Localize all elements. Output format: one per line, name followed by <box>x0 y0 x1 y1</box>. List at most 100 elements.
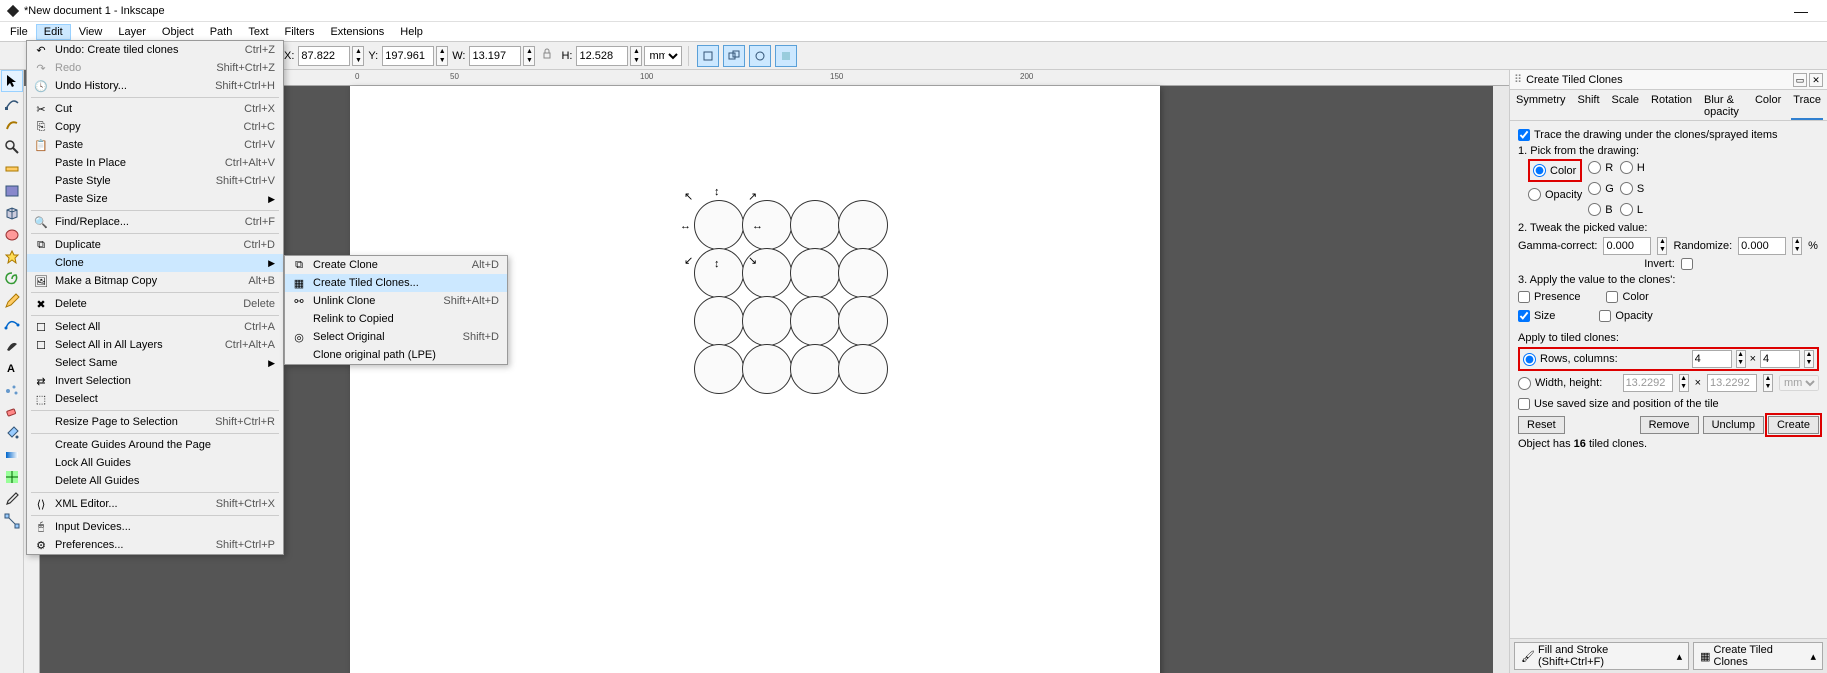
pick-h-radio[interactable]: H <box>1620 161 1645 174</box>
affect-button-4[interactable] <box>775 45 797 67</box>
pick-l-radio[interactable]: L <box>1620 203 1645 216</box>
tab-symmetry[interactable]: Symmetry <box>1514 92 1568 120</box>
mesh-tool[interactable] <box>1 466 23 488</box>
w-input[interactable] <box>469 46 521 66</box>
bezier-tool[interactable] <box>1 312 23 334</box>
randomize-spinner[interactable]: ▲▼ <box>1792 237 1802 255</box>
vertical-scrollbar[interactable] <box>1493 86 1509 673</box>
menu-file[interactable]: File <box>2 24 36 40</box>
remove-button[interactable]: Remove <box>1640 416 1699 434</box>
menu-undo[interactable]: ↶Undo: Create tiled clonesCtrl+Z <box>27 41 283 59</box>
h-input[interactable] <box>576 46 628 66</box>
menu-create-guides[interactable]: Create Guides Around the Page <box>27 436 283 454</box>
menu-undo-history[interactable]: 🕓Undo History...Shift+Ctrl+H <box>27 77 283 95</box>
3dbox-tool[interactable] <box>1 202 23 224</box>
ellipse-tool[interactable] <box>1 224 23 246</box>
dock-tiled-clones-button[interactable]: ▦ Create Tiled Clones ▴ <box>1693 642 1823 670</box>
invert-checkbox[interactable] <box>1681 258 1693 270</box>
spray-tool[interactable] <box>1 378 23 400</box>
menu-paste-style[interactable]: Paste StyleShift+Ctrl+V <box>27 172 283 190</box>
tab-scale[interactable]: Scale <box>1610 92 1642 120</box>
apply-color-checkbox[interactable]: Color <box>1606 291 1648 303</box>
rect-tool[interactable] <box>1 180 23 202</box>
gradient-tool[interactable] <box>1 444 23 466</box>
apply-size-checkbox[interactable]: Size <box>1518 310 1555 322</box>
w-spinner[interactable]: ▲▼ <box>523 46 535 66</box>
menu-paste[interactable]: 📋PasteCtrl+V <box>27 136 283 154</box>
menu-delete-guides[interactable]: Delete All Guides <box>27 472 283 490</box>
affect-button-3[interactable] <box>749 45 771 67</box>
menu-lock-guides[interactable]: Lock All Guides <box>27 454 283 472</box>
node-tool[interactable] <box>1 92 23 114</box>
cols-spinner[interactable]: ▲▼ <box>1804 350 1814 368</box>
tab-trace[interactable]: Trace <box>1791 92 1823 120</box>
connector-tool[interactable] <box>1 510 23 532</box>
tweak-tool[interactable] <box>1 114 23 136</box>
menu-object[interactable]: Object <box>154 24 202 40</box>
create-button[interactable]: Create <box>1768 416 1819 434</box>
submenu-select-original[interactable]: ◎Select OriginalShift+D <box>285 328 507 346</box>
cols-input[interactable] <box>1760 350 1800 368</box>
panel-close-button[interactable]: ✕ <box>1809 73 1823 87</box>
tab-blur-opacity[interactable]: Blur & opacity <box>1702 92 1745 120</box>
calligraphy-tool[interactable] <box>1 334 23 356</box>
rows-spinner[interactable]: ▲▼ <box>1736 350 1746 368</box>
tab-shift[interactable]: Shift <box>1576 92 1602 120</box>
menu-preferences[interactable]: ⚙Preferences...Shift+Ctrl+P <box>27 536 283 554</box>
menu-input-devices[interactable]: 🖰Input Devices... <box>27 518 283 536</box>
apply-presence-checkbox[interactable]: Presence <box>1518 291 1580 303</box>
spiral-tool[interactable] <box>1 268 23 290</box>
panel-grip-icon[interactable]: ⠿ <box>1514 73 1522 86</box>
saved-size-checkbox[interactable]: Use saved size and position of the tile <box>1518 398 1819 410</box>
gamma-input[interactable] <box>1603 237 1651 255</box>
dropper-tool[interactable] <box>1 488 23 510</box>
bucket-tool[interactable] <box>1 422 23 444</box>
pencil-tool[interactable] <box>1 290 23 312</box>
menu-extensions[interactable]: Extensions <box>322 24 392 40</box>
x-input[interactable] <box>298 46 350 66</box>
menu-bitmap-copy[interactable]: 🖼Make a Bitmap CopyAlt+B <box>27 272 283 290</box>
minimize-button[interactable]: — <box>1781 1 1821 21</box>
submenu-clone-path[interactable]: Clone original path (LPE) <box>285 346 507 364</box>
submenu-relink[interactable]: Relink to Copied <box>285 310 507 328</box>
menu-select-all-layers[interactable]: ☐Select All in All LayersCtrl+Alt+A <box>27 336 283 354</box>
selector-tool[interactable] <box>1 70 23 92</box>
pick-g-radio[interactable]: G <box>1588 182 1614 195</box>
menu-paste-in-place[interactable]: Paste In PlaceCtrl+Alt+V <box>27 154 283 172</box>
width-height-radio[interactable]: Width, height: <box>1518 377 1602 390</box>
reset-button[interactable]: Reset <box>1518 416 1565 434</box>
star-tool[interactable] <box>1 246 23 268</box>
menu-view[interactable]: View <box>71 24 111 40</box>
trace-checkbox[interactable]: Trace the drawing under the clones/spray… <box>1518 129 1819 141</box>
menu-deselect[interactable]: ⬚Deselect <box>27 390 283 408</box>
menu-help[interactable]: Help <box>392 24 431 40</box>
menu-paste-size[interactable]: Paste Size▶ <box>27 190 283 208</box>
menu-select-all[interactable]: ☐Select AllCtrl+A <box>27 318 283 336</box>
menu-filters[interactable]: Filters <box>277 24 323 40</box>
menu-redo[interactable]: ↷RedoShift+Ctrl+Z <box>27 59 283 77</box>
rows-cols-radio[interactable]: Rows, columns: <box>1523 353 1618 366</box>
gamma-spinner[interactable]: ▲▼ <box>1657 237 1667 255</box>
menu-xml-editor[interactable]: ⟨⟩XML Editor...Shift+Ctrl+X <box>27 495 283 513</box>
pick-s-radio[interactable]: S <box>1620 182 1645 195</box>
randomize-input[interactable] <box>1738 237 1786 255</box>
pick-color-radio[interactable]: Color <box>1533 164 1576 177</box>
eraser-tool[interactable] <box>1 400 23 422</box>
pick-b-radio[interactable]: B <box>1588 203 1614 216</box>
unit-select[interactable]: mm <box>644 46 682 66</box>
zoom-tool[interactable] <box>1 136 23 158</box>
dock-fill-stroke-button[interactable]: 🖌 Fill and Stroke (Shift+Ctrl+F) ▴ <box>1514 642 1689 670</box>
submenu-create-clone[interactable]: ⧉Create CloneAlt+D <box>285 256 507 274</box>
panel-min-button[interactable]: ▭ <box>1793 73 1807 87</box>
tab-color[interactable]: Color <box>1753 92 1783 120</box>
measure-tool[interactable] <box>1 158 23 180</box>
rows-input[interactable] <box>1692 350 1732 368</box>
text-tool[interactable]: A <box>1 356 23 378</box>
menu-cut[interactable]: ✂CutCtrl+X <box>27 100 283 118</box>
menu-layer[interactable]: Layer <box>110 24 154 40</box>
x-spinner[interactable]: ▲▼ <box>352 46 364 66</box>
menu-duplicate[interactable]: ⧉DuplicateCtrl+D <box>27 236 283 254</box>
menu-clone[interactable]: Clone▶ <box>27 254 283 272</box>
menu-path[interactable]: Path <box>202 24 241 40</box>
unclump-button[interactable]: Unclump <box>1703 416 1764 434</box>
